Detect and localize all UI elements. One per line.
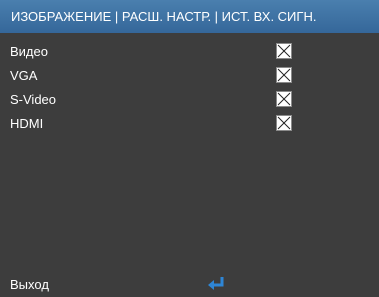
breadcrumb-title: ИЗОБРАЖЕНИЕ | РАСШ. НАСТР. | ИСТ. ВХ. СИ… xyxy=(11,9,317,24)
source-row-vga[interactable]: VGA xyxy=(0,64,379,88)
menu-title-bar: ИЗОБРАЖЕНИЕ | РАСШ. НАСТР. | ИСТ. ВХ. СИ… xyxy=(0,0,379,33)
source-label: VGA xyxy=(10,68,38,83)
enter-return-icon xyxy=(207,276,227,292)
osd-menu: ИЗОБРАЖЕНИЕ | РАСШ. НАСТР. | ИСТ. ВХ. СИ… xyxy=(0,0,379,297)
checkmark-x-icon xyxy=(277,92,291,106)
source-checkbox-s-video[interactable] xyxy=(276,91,292,107)
source-row-video[interactable]: Видео xyxy=(0,40,379,64)
checkmark-x-icon xyxy=(277,44,291,58)
source-checkbox-hdmi[interactable] xyxy=(276,115,292,131)
source-checkbox-vga[interactable] xyxy=(276,67,292,83)
source-row-s-video[interactable]: S-Video xyxy=(0,88,379,112)
checkmark-x-icon xyxy=(277,68,291,82)
source-label: HDMI xyxy=(10,116,44,131)
source-checkbox-video[interactable] xyxy=(276,43,292,59)
source-label: S-Video xyxy=(10,92,57,107)
source-list: Видео VGA S-Video HDMI xyxy=(0,33,379,297)
checkmark-x-icon xyxy=(277,116,291,130)
source-label: Видео xyxy=(10,44,48,59)
menu-footer: Выход xyxy=(0,272,379,297)
source-row-hdmi[interactable]: HDMI xyxy=(0,112,379,136)
exit-button[interactable]: Выход xyxy=(10,272,49,297)
